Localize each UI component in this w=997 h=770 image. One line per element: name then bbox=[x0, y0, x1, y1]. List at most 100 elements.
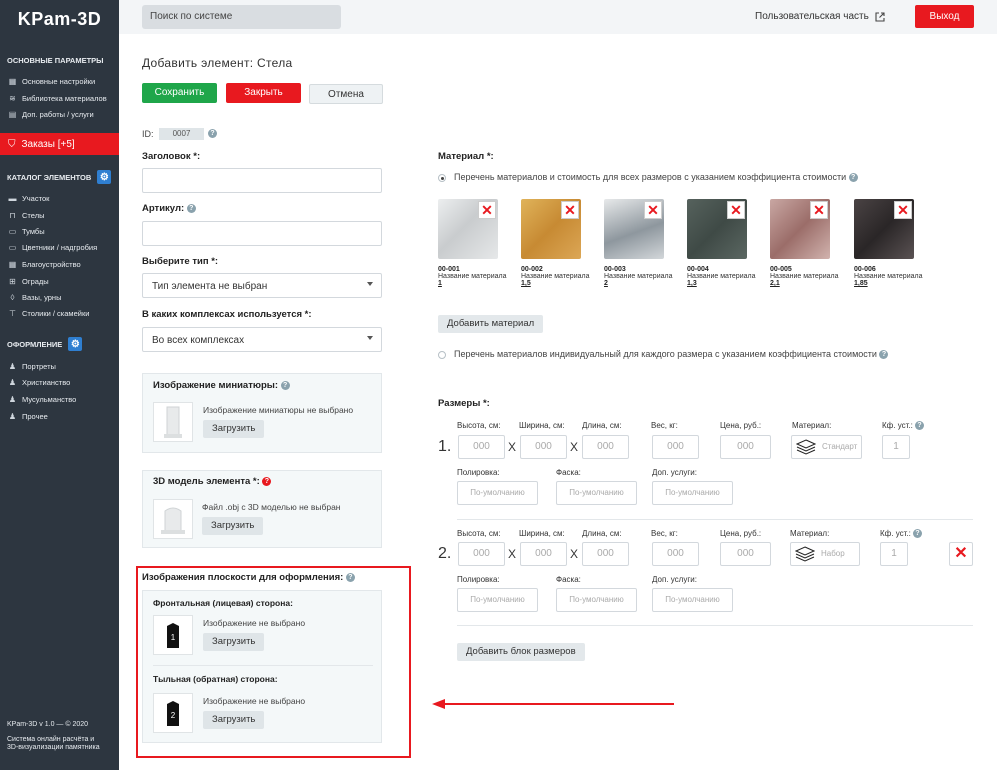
search-input[interactable]: Поиск по системе bbox=[142, 5, 341, 29]
sidebar: KPam-3D ОСНОВНЫЕ ПАРАМЕТРЫ ▦ Основные нас… bbox=[0, 0, 119, 770]
material-code: 00-001 bbox=[438, 266, 460, 273]
section-design: ОФОРМЛЕНИЕ ⚙ bbox=[7, 337, 83, 351]
sidebar-item-extra-works[interactable]: ▤ Доп. работы / услуги bbox=[8, 110, 94, 119]
material-card[interactable]: ✕ 00-006 Название материала 1,85 bbox=[854, 199, 928, 287]
article-input[interactable] bbox=[142, 221, 382, 246]
weight-input[interactable]: 000 bbox=[652, 435, 699, 459]
highlight-box bbox=[136, 566, 411, 758]
weight-input[interactable]: 000 bbox=[652, 542, 699, 566]
sidebar-item-portraits[interactable]: ♟ Портреты bbox=[8, 362, 56, 371]
material-card[interactable]: ✕ 00-004 Название материала 1,3 bbox=[687, 199, 761, 287]
save-button[interactable]: Сохранить bbox=[142, 83, 217, 103]
extra-select[interactable]: По-умолчанию bbox=[652, 588, 733, 612]
remove-material-icon[interactable]: ✕ bbox=[478, 201, 496, 219]
exit-button[interactable]: Выход bbox=[915, 5, 974, 28]
help-icon[interactable]: ? bbox=[208, 129, 217, 138]
section-catalog: КАТАЛОГ ЭЛЕМЕНТОВ ⚙ bbox=[7, 170, 112, 184]
cart-icon: ⛉ bbox=[8, 138, 16, 150]
material-card[interactable]: ✕ 00-003 Название материала 2 bbox=[604, 199, 678, 287]
thumbnail-upload-button[interactable]: Загрузить bbox=[203, 420, 265, 438]
title-input[interactable] bbox=[142, 168, 382, 193]
remove-material-icon[interactable]: ✕ bbox=[561, 201, 579, 219]
sidebar-item-pedestals[interactable]: ▭ Тумбы bbox=[8, 227, 45, 236]
kf-input[interactable]: 1 bbox=[882, 435, 910, 459]
flowerbed-icon: ▭ bbox=[8, 243, 17, 252]
sidebar-item-other[interactable]: ♟ Прочее bbox=[8, 412, 48, 421]
sidebar-item-main-settings[interactable]: ▦ Основные настройки bbox=[8, 77, 95, 86]
sidebar-item-steles[interactable]: ⊓ Стелы bbox=[8, 211, 44, 220]
help-icon[interactable]: ? bbox=[915, 421, 925, 431]
price-label: Цена, руб.: bbox=[720, 421, 762, 430]
complex-select[interactable]: Во всех комплексах bbox=[142, 327, 382, 352]
type-select[interactable]: Тип элемента не выбран bbox=[142, 273, 382, 298]
help-icon[interactable]: ? bbox=[913, 529, 923, 539]
material-card[interactable]: ✕ 00-005 Название материала 2,1 bbox=[770, 199, 844, 287]
width-input[interactable]: 000 bbox=[520, 542, 567, 566]
price-input[interactable]: 000 bbox=[720, 542, 771, 566]
material-code: 00-004 bbox=[687, 266, 709, 273]
design-gear-icon[interactable]: ⚙ bbox=[68, 337, 83, 351]
kf-input[interactable]: 1 bbox=[880, 542, 908, 566]
catalog-gear-icon[interactable]: ⚙ bbox=[97, 170, 112, 184]
material-name: Название материала bbox=[854, 273, 923, 280]
add-size-block-button[interactable]: Добавить блок размеров bbox=[457, 643, 585, 661]
material-mode-radio-all[interactable] bbox=[438, 174, 446, 182]
width-input[interactable]: 000 bbox=[520, 435, 567, 459]
material-select[interactable]: Набор bbox=[790, 542, 860, 566]
height-input[interactable]: 000 bbox=[458, 435, 505, 459]
polish-select[interactable]: По-умолчанию bbox=[457, 588, 538, 612]
material-name: Название материала bbox=[521, 273, 590, 280]
cancel-button[interactable]: Отмена bbox=[309, 84, 383, 104]
length-input[interactable]: 000 bbox=[582, 435, 629, 459]
material-card[interactable]: ✕ 00-001 Название материала 1 bbox=[438, 199, 512, 287]
material-option-individual[interactable]: Перечень материалов индивидуальный для к… bbox=[454, 349, 889, 360]
help-icon[interactable]: ? bbox=[262, 476, 272, 486]
material-mode-radio-individual[interactable] bbox=[438, 351, 446, 359]
price-input[interactable]: 000 bbox=[720, 435, 771, 459]
facet-select[interactable]: По-умолчанию bbox=[556, 481, 637, 505]
remove-material-icon[interactable]: ✕ bbox=[810, 201, 828, 219]
chevron-down-icon bbox=[367, 336, 373, 340]
material-code: 00-002 bbox=[521, 266, 543, 273]
model-upload-button[interactable]: Загрузить bbox=[202, 517, 264, 535]
pedestal-icon: ▭ bbox=[8, 227, 17, 236]
help-icon[interactable]: ? bbox=[848, 173, 858, 183]
help-icon[interactable]: ? bbox=[186, 203, 196, 213]
sidebar-item-plot[interactable]: ▬ Участок bbox=[8, 194, 50, 203]
sidebar-item-vases[interactable]: ◊ Вазы, урны bbox=[8, 293, 62, 302]
facet-select[interactable]: По-умолчанию bbox=[556, 588, 637, 612]
user-part-link[interactable]: Пользовательская часть bbox=[755, 11, 885, 22]
height-input[interactable]: 000 bbox=[458, 542, 505, 566]
material-option-all[interactable]: Перечень материалов и стоимость для всех… bbox=[454, 172, 858, 183]
remove-material-icon[interactable]: ✕ bbox=[644, 201, 662, 219]
close-button[interactable]: Закрыть bbox=[226, 83, 301, 103]
id-value: 0007 bbox=[159, 128, 204, 140]
remove-material-icon[interactable]: ✕ bbox=[894, 201, 912, 219]
material-image: ✕ bbox=[687, 199, 747, 259]
length-label: Длина, см: bbox=[582, 421, 622, 430]
extra-label: Доп. услуги: bbox=[652, 468, 697, 477]
sidebar-item-improvement[interactable]: ▦ Благоустройство bbox=[8, 260, 81, 269]
add-material-button[interactable]: Добавить материал bbox=[438, 315, 544, 333]
help-icon[interactable]: ? bbox=[879, 350, 889, 360]
length-input[interactable]: 000 bbox=[582, 542, 629, 566]
sidebar-item-flowerbeds[interactable]: ▭ Цветники / надгробия bbox=[8, 243, 97, 252]
extra-select[interactable]: По-умолчанию bbox=[652, 481, 733, 505]
width-label: Ширина, см: bbox=[519, 421, 565, 430]
sidebar-item-christianity[interactable]: ♟ Христианство bbox=[8, 378, 70, 387]
sidebar-item-orders[interactable]: ⛉ Заказы [+5] bbox=[0, 133, 119, 155]
material-coef: 1,5 bbox=[521, 280, 531, 287]
sidebar-item-islam[interactable]: ♟ Мусульманство bbox=[8, 395, 76, 404]
material-select[interactable]: Стандарт bbox=[791, 435, 862, 459]
material-image: ✕ bbox=[770, 199, 830, 259]
remove-size-icon[interactable]: ✕ bbox=[949, 542, 973, 566]
material-name: Название материала bbox=[604, 273, 673, 280]
polish-select[interactable]: По-умолчанию bbox=[457, 481, 538, 505]
sidebar-item-tables[interactable]: ⊤ Столики / скамейки bbox=[8, 309, 89, 318]
sidebar-item-fences[interactable]: ⊞ Ограды bbox=[8, 277, 49, 286]
material-card[interactable]: ✕ 00-002 Название материала 1,5 bbox=[521, 199, 595, 287]
person-icon: ♟ bbox=[8, 362, 17, 371]
remove-material-icon[interactable]: ✕ bbox=[727, 201, 745, 219]
help-icon[interactable]: ? bbox=[280, 380, 290, 390]
sidebar-item-materials[interactable]: ≋ Библиотека материалов bbox=[8, 94, 107, 103]
